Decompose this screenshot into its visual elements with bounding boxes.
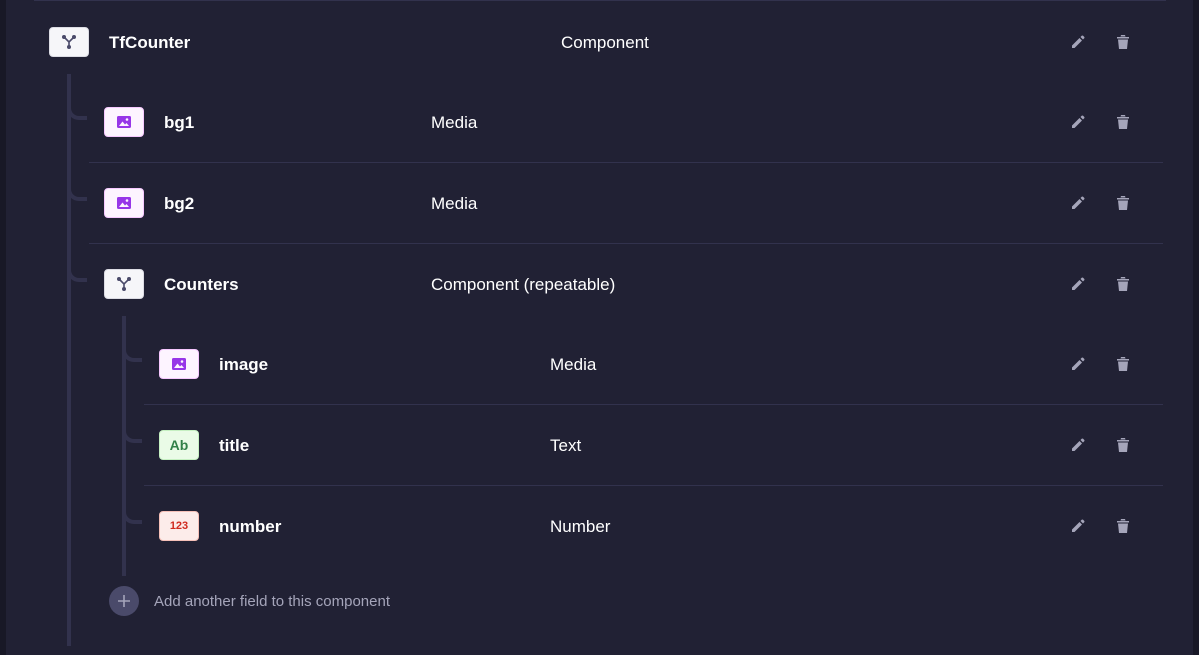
- field-row-counters[interactable]: Counters Component (repeatable): [6, 244, 1193, 324]
- row-actions: [1067, 30, 1137, 54]
- number-icon: 123: [159, 511, 199, 541]
- trash-icon[interactable]: [1112, 191, 1134, 215]
- plus-icon: [109, 586, 139, 616]
- field-name: bg2: [164, 194, 195, 213]
- field-type: Number: [550, 517, 611, 536]
- edit-icon[interactable]: [1067, 110, 1089, 134]
- trash-icon[interactable]: [1112, 433, 1134, 457]
- row-actions: [1067, 191, 1137, 215]
- field-row-bg1[interactable]: bg1 Media: [6, 82, 1193, 162]
- field-name: image: [219, 355, 269, 374]
- component-fields-panel: TfCounter Component bg1 Media bg2 Media …: [6, 0, 1193, 655]
- field-name: number: [219, 517, 282, 536]
- media-icon: [104, 188, 144, 218]
- trash-icon[interactable]: [1112, 272, 1134, 296]
- field-row-root[interactable]: TfCounter Component: [6, 2, 1193, 82]
- field-row-bg2[interactable]: bg2 Media: [6, 163, 1193, 243]
- field-type: Component (repeatable): [431, 275, 616, 294]
- edit-icon[interactable]: [1067, 352, 1089, 376]
- trash-icon[interactable]: [1112, 514, 1134, 538]
- edit-icon[interactable]: [1067, 433, 1089, 457]
- field-name: title: [219, 436, 250, 455]
- top-divider: [34, 0, 1166, 1]
- field-type: Media: [431, 194, 478, 213]
- field-name: bg1: [164, 113, 195, 132]
- trash-icon[interactable]: [1112, 352, 1134, 376]
- edit-icon[interactable]: [1067, 272, 1089, 296]
- row-actions: [1067, 110, 1137, 134]
- field-type: Media: [431, 113, 478, 132]
- field-row-title[interactable]: Ab title Text: [6, 405, 1193, 485]
- field-row-image[interactable]: image Media: [6, 324, 1193, 404]
- trash-icon[interactable]: [1112, 30, 1134, 54]
- media-icon: [104, 107, 144, 137]
- row-actions: [1067, 433, 1137, 457]
- field-type: Text: [550, 436, 582, 455]
- edit-icon[interactable]: [1067, 191, 1089, 215]
- add-field-button[interactable]: Add another field to this component: [109, 586, 509, 616]
- edit-icon[interactable]: [1067, 30, 1089, 54]
- media-icon: [159, 349, 199, 379]
- trash-icon[interactable]: [1112, 110, 1134, 134]
- field-row-number[interactable]: 123 number Number: [6, 486, 1193, 566]
- row-actions: [1067, 272, 1137, 296]
- component-icon: [104, 269, 144, 299]
- field-name: Counters: [164, 275, 239, 294]
- component-icon: [49, 27, 89, 57]
- add-field-label: Add another field to this component: [154, 593, 390, 610]
- edit-icon[interactable]: [1067, 514, 1089, 538]
- field-type: Component: [561, 33, 649, 52]
- row-actions: [1067, 514, 1137, 538]
- field-name: TfCounter: [109, 33, 191, 52]
- field-type: Media: [550, 355, 597, 374]
- text-icon: Ab: [159, 430, 199, 460]
- row-actions: [1067, 352, 1137, 376]
